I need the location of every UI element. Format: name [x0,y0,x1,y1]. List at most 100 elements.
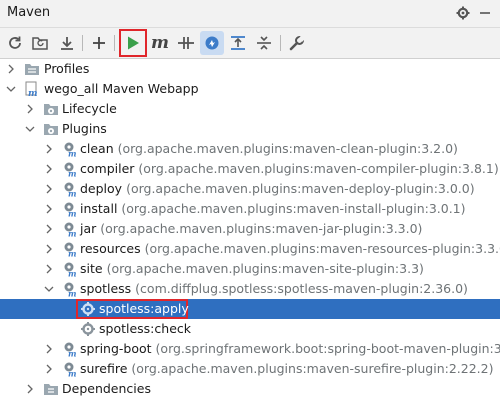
plugin-name: resources [80,241,141,256]
dependencies-folder-icon [44,384,58,395]
plugin-icon: m [64,282,76,298]
svg-text:m: m [68,369,76,378]
tree-label: Profiles [44,61,90,76]
plugin-coordinates: (org.apache.maven.plugins:maven-install-… [121,201,466,216]
plugin-icon: m [64,242,76,258]
plugin-coordinates: (org.apache.maven.plugins:maven-resource… [144,241,500,256]
tree-item-lifecycle[interactable]: Lifecycle [0,99,500,119]
skip-tests-icon[interactable] [200,31,224,55]
svg-text:m: m [68,149,76,158]
add-project-icon[interactable] [87,31,111,55]
svg-text:m: m [68,269,76,278]
run-icon[interactable] [119,29,147,57]
tree-item-plugin[interactable]: m jar (org.apache.maven.plugins:maven-ja… [0,219,500,239]
tree-item-dependencies[interactable]: Dependencies [0,379,500,399]
lifecycle-folder-icon [44,104,58,115]
plugin-name: install [80,201,118,216]
plugin-coordinates: (org.apache.maven.plugins:maven-jar-plug… [100,221,423,236]
tree-item-plugin[interactable]: m resources (org.apache.maven.plugins:ma… [0,239,500,259]
settings-gear-icon[interactable] [454,4,472,22]
maven-project-icon: m [25,81,38,97]
plugin-icon: m [64,342,76,358]
settings-wrench-icon[interactable] [285,31,309,55]
chevron-right-icon[interactable] [24,103,36,115]
tree-item-profiles[interactable]: Profiles [0,59,500,79]
tree-item-plugin-spotless[interactable]: m spotless (com.diffplug.spotless:spotle… [0,279,500,299]
svg-text:m: m [28,89,38,97]
panel-title: Maven [7,5,51,20]
svg-text:m: m [68,209,76,218]
svg-text:m: m [68,289,76,298]
tree-item-plugin[interactable]: m surefire (org.apache.maven.plugins:mav… [0,359,500,379]
tree-item-project[interactable]: m wego_all Maven Webapp [0,79,500,99]
chevron-right-icon[interactable] [43,203,55,215]
plugin-name: jar [80,221,97,236]
tree-item-plugin[interactable]: m spring-boot (org.springframework.boot:… [0,339,500,359]
plugin-name: surefire [80,361,128,376]
plugin-coordinates: (org.apache.maven.plugins:maven-site-plu… [106,261,424,276]
plugin-name: clean [80,141,114,156]
goal-label: spotless:check [99,321,191,336]
plugin-icon: m [64,362,76,378]
plugins-folder-icon [44,124,58,135]
execute-goal-icon[interactable]: m [148,31,172,55]
tree-item-plugin[interactable]: m compiler (org.apache.maven.plugins:mav… [0,159,500,179]
chevron-down-icon[interactable] [24,123,36,135]
maven-m-glyph: m [151,33,169,53]
chevron-right-icon[interactable] [43,363,55,375]
plugin-name: compiler [80,161,135,176]
chevron-right-icon[interactable] [5,63,17,75]
plugin-name: site [80,261,103,276]
tree-item-plugin[interactable]: m deploy (org.apache.maven.plugins:maven… [0,179,500,199]
tree-item-plugin[interactable]: m clean (org.apache.maven.plugins:maven-… [0,139,500,159]
maven-projects-tree: Profiles m wego_all Maven Webapp Lifecyc… [0,59,500,400]
goal-gear-icon [81,322,95,336]
generate-sources-icon[interactable] [29,31,53,55]
plugin-name: spring-boot [80,341,152,356]
chevron-right-icon[interactable] [43,343,55,355]
minimize-icon[interactable] [476,4,494,22]
tree-label: Lifecycle [62,101,117,116]
plugin-coordinates: (com.diffplug.spotless:spotless-maven-pl… [135,281,468,296]
chevron-right-icon[interactable] [43,223,55,235]
plugin-icon: m [64,162,76,177]
plugin-coordinates: (org.apache.maven.plugins:maven-surefire… [131,361,494,376]
tree-label: wego_all Maven Webapp [44,81,199,96]
plugin-icon: m [64,202,76,218]
svg-text:m: m [68,249,76,258]
svg-text:m: m [68,349,76,358]
chevron-down-icon[interactable] [5,83,17,95]
plugin-icon: m [64,222,76,238]
plugin-icon: m [64,182,76,198]
svg-text:m: m [68,189,76,198]
maven-toolbar: m [0,28,500,59]
chevron-right-icon[interactable] [43,183,55,195]
toggle-offline-icon[interactable] [174,31,198,55]
tree-item-plugins[interactable]: Plugins [0,119,500,139]
tree-item-plugin[interactable]: m site (org.apache.maven.plugins:maven-s… [0,259,500,279]
tree-label: Dependencies [62,381,151,396]
plugin-icon: m [64,142,76,158]
chevron-right-icon[interactable] [43,243,55,255]
chevron-down-icon[interactable] [43,283,55,295]
tree-item-goal-apply[interactable]: spotless:apply [0,299,500,319]
show-dependencies-icon[interactable] [226,31,250,55]
plugin-coordinates: (org.springframework.boot:spring-boot-ma… [155,341,500,356]
reload-all-icon[interactable] [3,31,27,55]
chevron-right-icon[interactable] [43,263,55,275]
plugin-name: deploy [80,181,123,196]
chevron-right-icon[interactable] [43,143,55,155]
chevron-right-icon[interactable] [24,383,36,395]
tree-item-goal-check[interactable]: spotless:check [0,319,500,339]
svg-text:m: m [68,229,76,238]
tree-item-plugin[interactable]: m install (org.apache.maven.plugins:mave… [0,199,500,219]
plugin-name: spotless [80,281,132,296]
download-sources-icon[interactable] [55,31,79,55]
plugin-coordinates: (org.apache.maven.plugins:maven-clean-pl… [117,141,458,156]
collapse-all-icon[interactable] [252,31,276,55]
goal-label: spotless:apply [99,301,189,316]
chevron-right-icon[interactable] [43,163,55,175]
plugin-coordinates: (org.apache.maven.plugins:maven-compiler… [138,161,499,176]
plugin-coordinates: (org.apache.maven.plugins:maven-deploy-p… [126,181,475,196]
profiles-folder-icon [25,64,39,75]
